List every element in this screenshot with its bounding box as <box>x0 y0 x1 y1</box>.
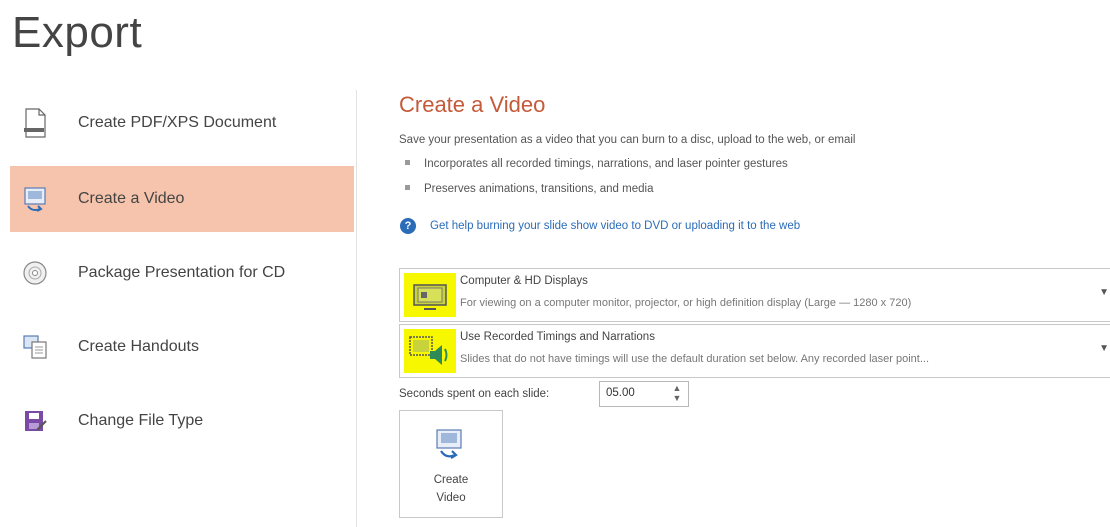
create-video-label: Create Video <box>400 471 502 507</box>
help-link-row[interactable]: ? Get help burning your slide show video… <box>400 218 800 234</box>
section-title: Create a Video <box>399 92 546 117</box>
timings-dropdown[interactable]: Use Recorded Timings and Narrations Slid… <box>399 324 1110 378</box>
page-title: Export <box>12 8 143 57</box>
export-page: Export Create PDF/XPS Document Create a … <box>0 0 1110 527</box>
narration-icon <box>409 336 448 365</box>
nav-label: Create PDF/XPS Document <box>78 114 277 131</box>
create-video-label-line2: Video <box>436 492 466 504</box>
spin-up-icon[interactable]: ▲ <box>670 383 684 393</box>
video-icon <box>24 187 46 212</box>
help-icon: ? <box>400 218 416 234</box>
nav-item-change-file-type[interactable]: Change File Type <box>10 388 354 454</box>
file-type-icon <box>25 411 47 431</box>
dropdown-title: Computer & HD Displays <box>460 275 588 287</box>
spin-buttons[interactable]: ▲ ▼ <box>670 383 684 403</box>
chevron-down-icon[interactable]: ▼ <box>1099 343 1109 354</box>
section-description: Save your presentation as a video that y… <box>399 134 856 146</box>
spin-down-icon[interactable]: ▼ <box>670 393 684 403</box>
nav-divider <box>356 90 357 527</box>
dropdown-subtitle: Slides that do not have timings will use… <box>460 353 929 365</box>
bullet-text: Preserves animations, transitions, and m… <box>424 183 654 195</box>
pdf-document-icon <box>24 108 46 138</box>
nav-item-create-handouts[interactable]: Create Handouts <box>10 314 354 380</box>
dropdown-icon-highlight <box>404 273 456 317</box>
bullet-item: Incorporates all recorded timings, narra… <box>405 158 788 170</box>
seconds-value[interactable]: 05.00 <box>606 387 635 399</box>
monitor-icon <box>413 284 447 310</box>
nav-item-create-video[interactable]: Create a Video <box>10 166 354 232</box>
nav-label: Package Presentation for CD <box>78 264 286 281</box>
chevron-down-icon[interactable]: ▼ <box>1099 287 1109 298</box>
nav-label: Create a Video <box>78 190 185 207</box>
nav-label: Create Handouts <box>78 338 199 355</box>
bullet-item: Preserves animations, transitions, and m… <box>405 183 653 195</box>
help-link[interactable]: Get help burning your slide show video t… <box>430 220 800 232</box>
nav-item-package-cd[interactable]: Package Presentation for CD <box>10 240 354 306</box>
bullet-text: Incorporates all recorded timings, narra… <box>424 158 788 170</box>
seconds-stepper[interactable]: 05.00 ▲ ▼ <box>599 381 689 407</box>
handouts-icon <box>23 335 47 359</box>
dropdown-icon-highlight <box>404 329 456 373</box>
video-icon <box>436 429 462 459</box>
cd-icon <box>23 261 47 285</box>
nav-label: Change File Type <box>78 412 204 429</box>
video-quality-dropdown[interactable]: Computer & HD Displays For viewing on a … <box>399 268 1110 322</box>
create-video-label-line1: Create <box>433 474 469 486</box>
nav-item-create-pdf[interactable]: Create PDF/XPS Document <box>10 90 354 156</box>
dropdown-title: Use Recorded Timings and Narrations <box>460 331 655 343</box>
bullet-marker <box>405 160 410 166</box>
bullet-marker <box>405 185 410 191</box>
dropdown-subtitle: For viewing on a computer monitor, proje… <box>460 297 912 309</box>
create-video-button[interactable]: Create Video <box>399 410 503 518</box>
seconds-label: Seconds spent on each slide: <box>399 388 550 400</box>
